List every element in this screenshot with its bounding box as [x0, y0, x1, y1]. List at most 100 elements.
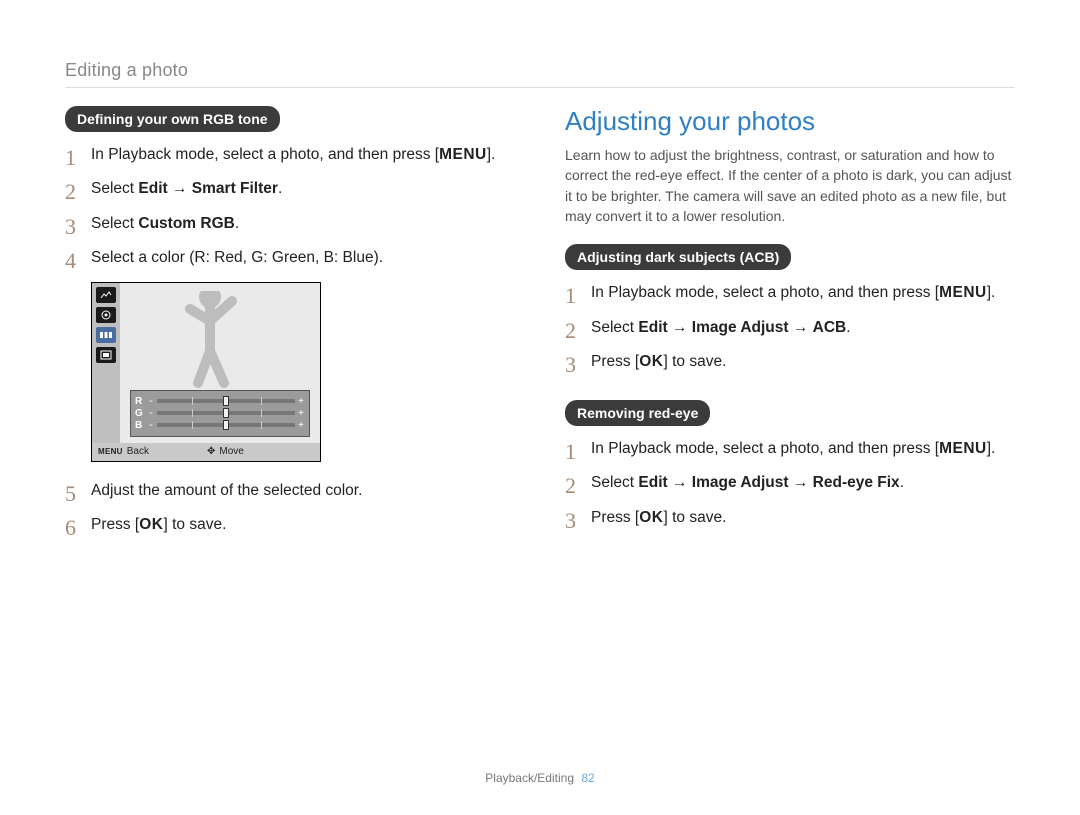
illus-sidebar: [92, 283, 120, 443]
step-1: In Playback mode, select a photo, and th…: [65, 144, 515, 166]
step-text: Select: [91, 180, 138, 197]
step-text: Select: [91, 215, 138, 232]
slider-track: [157, 399, 295, 403]
ok-button-label: OK: [139, 516, 163, 533]
breadcrumb: Editing a photo: [65, 60, 1015, 81]
menu-button-label: MENU: [939, 284, 987, 301]
slider-label-b: B: [135, 420, 147, 431]
menu-button-label: MENU: [439, 146, 487, 163]
arrow-icon: →: [168, 180, 192, 197]
step-text: Select a color (R: Red, G: Green, B: Blu…: [91, 249, 383, 266]
page-number: 82: [581, 771, 594, 785]
menu-icon-label: MENU: [98, 447, 123, 456]
divider: [65, 87, 1015, 88]
slider-row-b: B - +: [135, 420, 305, 431]
step-text: In Playback mode, select a photo, and th…: [91, 146, 439, 163]
step-text: ] to save.: [163, 516, 226, 533]
step-5: Adjust the amount of the selected color.: [65, 480, 515, 502]
arrow-icon: →: [668, 319, 692, 336]
steps-rgb-second: Adjust the amount of the selected color.…: [65, 480, 515, 537]
manual-page: Editing a photo Defining your own RGB to…: [0, 0, 1080, 815]
rgb-slider-panel: R - + G - + B -: [130, 390, 310, 437]
step-text: Select: [591, 319, 638, 336]
step-text: In Playback mode, select a photo, and th…: [591, 440, 939, 457]
ok-button-label: OK: [639, 353, 663, 370]
slider-track: [157, 423, 295, 427]
step-3: Press [OK] to save.: [565, 507, 1015, 529]
arrow-icon: →: [789, 474, 813, 491]
step-text: ].: [987, 284, 996, 301]
section-heading: Adjusting your photos: [565, 106, 1015, 137]
sidebar-icon-3: [96, 327, 116, 343]
step-1: In Playback mode, select a photo, and th…: [565, 438, 1015, 460]
slider-label-r: R: [135, 396, 147, 407]
steps-rgb-first: In Playback mode, select a photo, and th…: [65, 144, 515, 270]
right-column: Adjusting your photos Learn how to adjus…: [565, 106, 1015, 549]
sidebar-icon-4: [96, 347, 116, 363]
step-2: Select Edit → Image Adjust → ACB.: [565, 317, 1015, 339]
menu-path-image-adjust: Image Adjust: [692, 474, 789, 491]
step-1: In Playback mode, select a photo, and th…: [565, 282, 1015, 304]
slider-thumb: [223, 420, 229, 430]
menu-path-edit: Edit: [138, 180, 167, 197]
minus-icon: -: [147, 420, 155, 431]
sidebar-icon-2: [96, 307, 116, 323]
step-text: Adjust the amount of the selected color.: [91, 482, 362, 499]
step-3: Select Custom RGB.: [65, 213, 515, 235]
illus-footer-move: ✥ Move: [201, 446, 250, 457]
move-label: Move: [219, 446, 243, 457]
menu-path-acb: ACB: [813, 319, 847, 336]
step-text: ] to save.: [663, 509, 726, 526]
illus-footer: MENU Back ✥ Move: [92, 443, 320, 461]
step-text: .: [900, 474, 904, 491]
left-column: Defining your own RGB tone In Playback m…: [65, 106, 515, 549]
minus-icon: -: [147, 396, 155, 407]
step-2: Select Edit → Image Adjust → Red-eye Fix…: [565, 472, 1015, 494]
slider-label-g: G: [135, 408, 147, 419]
slider-row-g: G - +: [135, 408, 305, 419]
step-text: .: [846, 319, 850, 336]
step-text: ].: [487, 146, 496, 163]
menu-path-edit: Edit: [638, 319, 667, 336]
plus-icon: +: [297, 396, 305, 407]
steps-redeye: In Playback mode, select a photo, and th…: [565, 438, 1015, 529]
slider-thumb: [223, 408, 229, 418]
plus-icon: +: [297, 420, 305, 431]
two-column-layout: Defining your own RGB tone In Playback m…: [65, 106, 1015, 549]
step-text: Press [: [591, 353, 639, 370]
menu-path-custom-rgb: Custom RGB: [138, 215, 234, 232]
step-text: Press [: [591, 509, 639, 526]
step-2: Select Edit → Smart Filter.: [65, 178, 515, 200]
menu-path-edit: Edit: [638, 474, 667, 491]
plus-icon: +: [297, 408, 305, 419]
menu-path-image-adjust: Image Adjust: [692, 319, 789, 336]
menu-path-redeye-fix: Red-eye Fix: [813, 474, 900, 491]
page-footer: Playback/Editing 82: [0, 771, 1080, 785]
illus-footer-back: MENU Back: [92, 446, 155, 457]
menu-button-label: MENU: [939, 440, 987, 457]
step-6: Press [OK] to save.: [65, 514, 515, 536]
slider-track: [157, 411, 295, 415]
steps-acb: In Playback mode, select a photo, and th…: [565, 282, 1015, 373]
move-icon: ✥: [207, 447, 215, 457]
camera-screen-illustration: R - + G - + B -: [91, 282, 321, 462]
section-pill-redeye: Removing red-eye: [565, 400, 710, 426]
section-pill-acb: Adjusting dark subjects (ACB): [565, 244, 791, 270]
illus-main: R - + G - + B -: [120, 283, 320, 443]
person-silhouette: [160, 291, 260, 391]
section-pill-rgb: Defining your own RGB tone: [65, 106, 280, 132]
step-text: ].: [987, 440, 996, 457]
ok-button-label: OK: [639, 509, 663, 526]
menu-path-smart-filter: Smart Filter: [192, 180, 278, 197]
step-text: Select: [591, 474, 638, 491]
step-text: .: [235, 215, 239, 232]
sidebar-icon-1: [96, 287, 116, 303]
step-text: Press [: [91, 516, 139, 533]
back-label: Back: [127, 446, 149, 457]
step-text: .: [278, 180, 282, 197]
step-text: ] to save.: [663, 353, 726, 370]
section-intro: Learn how to adjust the brightness, cont…: [565, 145, 1015, 226]
slider-row-r: R - +: [135, 396, 305, 407]
slider-thumb: [223, 396, 229, 406]
step-text: In Playback mode, select a photo, and th…: [591, 284, 939, 301]
